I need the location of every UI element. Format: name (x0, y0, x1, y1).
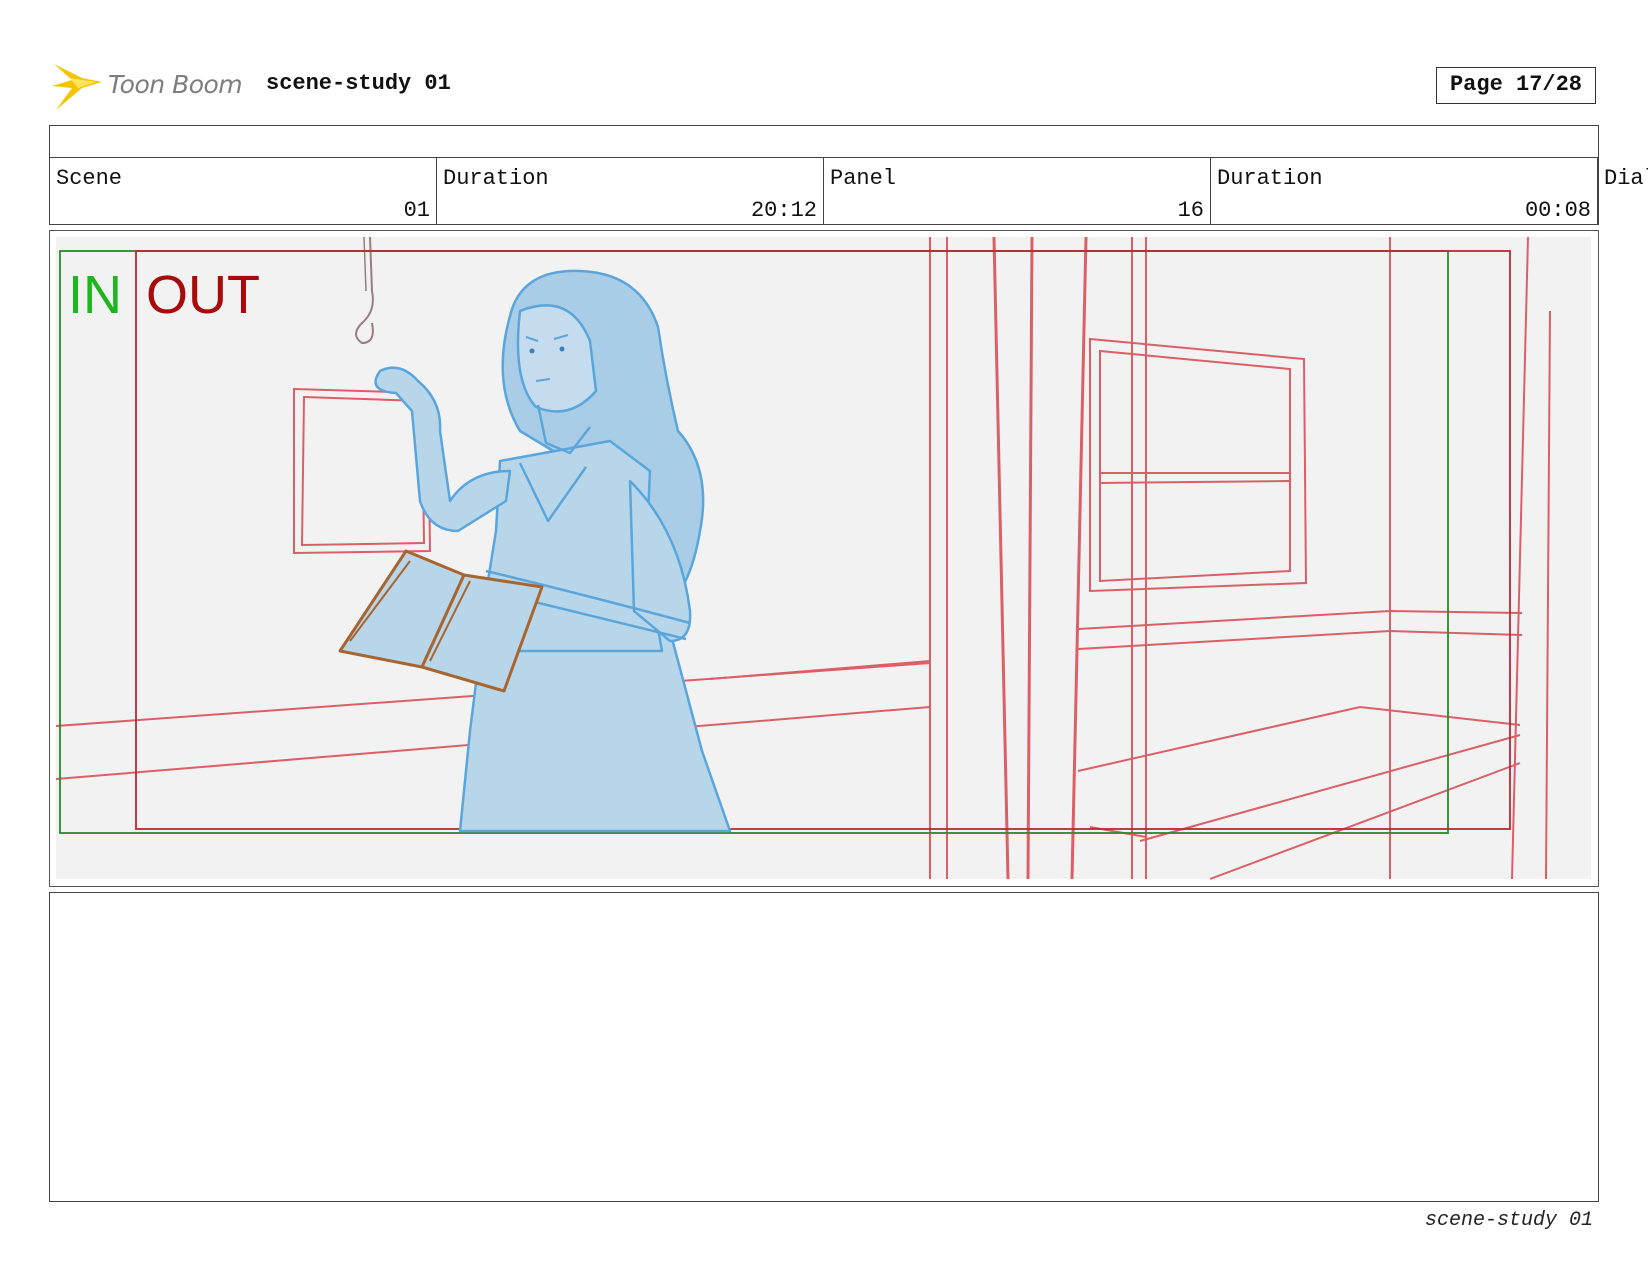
info-table-header-row (50, 126, 1598, 158)
scene-label: Scene (56, 166, 123, 191)
page-indicator: Page 17/28 (1436, 67, 1596, 104)
dialogue-label: Dialogue (1604, 166, 1648, 191)
footer-project-name: scene-study 01 (1424, 1209, 1593, 1232)
storyboard-panel: IN OUT (49, 230, 1599, 887)
in-label: IN (68, 265, 122, 325)
panel-sketch: IN OUT (55, 236, 1591, 880)
brand-wordmark: Toon Boom (108, 70, 243, 99)
out-label: OUT (146, 265, 260, 325)
panel-info-table: Scene 01 Duration 20:12 Panel 16 Duratio… (49, 125, 1648, 225)
project-title: scene-study 01 (266, 71, 451, 96)
toon-boom-logo: Toon Boom (52, 58, 252, 112)
panel-duration-value: 00:08 (1524, 198, 1591, 223)
dialogue-notes-area[interactable] (49, 892, 1599, 1202)
panel-duration-cell: Duration 00:08 (1211, 158, 1598, 224)
scene-cell: Scene 01 (50, 158, 437, 224)
scene-duration-cell: Duration 20:12 (437, 158, 824, 224)
starburst-icon (52, 64, 102, 110)
panel-duration-label: Duration (1217, 166, 1323, 191)
panel-background (56, 237, 1591, 879)
scene-value: 01 (403, 198, 430, 223)
scene-duration-value: 20:12 (750, 198, 817, 223)
panel-cell: Panel 16 (824, 158, 1211, 224)
scene-duration-label: Duration (443, 166, 549, 191)
panel-value: 16 (1177, 198, 1204, 223)
panel-label: Panel (830, 166, 897, 191)
dialogue-cell: Dialogue (1598, 158, 1648, 224)
